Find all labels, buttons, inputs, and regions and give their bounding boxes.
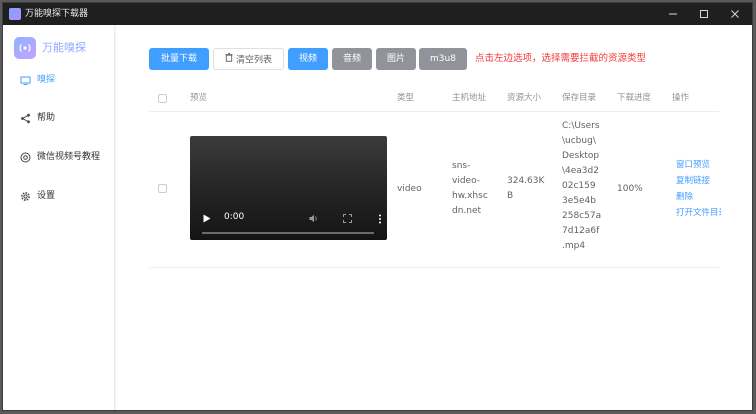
cell-size-line: 324.63K bbox=[507, 176, 545, 186]
sidebar-item-label: 微信视频号教程 bbox=[37, 152, 101, 162]
filter-image-button[interactable]: 图片 bbox=[376, 48, 416, 70]
clear-list-button[interactable]: 清空列表 bbox=[213, 48, 284, 70]
sidebar-item-label: 设置 bbox=[37, 191, 56, 201]
cell-path-line: 7d12a6f bbox=[562, 226, 600, 236]
cell-progress: 100% bbox=[617, 184, 643, 194]
filter-hint-text: 点击左边选项，选择需要拦截的资源类型 bbox=[475, 53, 647, 64]
cell-host-line: video- bbox=[452, 176, 480, 186]
column-header-preview: 预览 bbox=[190, 93, 208, 103]
play-icon[interactable] bbox=[203, 214, 211, 223]
open-folder-link[interactable]: 打开文件目录 bbox=[676, 208, 721, 219]
cell-host-line: dn.net bbox=[452, 206, 482, 216]
sidebar-item-label: 帮助 bbox=[37, 113, 56, 123]
cell-path-line: 258c57a bbox=[562, 211, 602, 221]
sidebar-item-settings[interactable]: 设置 bbox=[3, 185, 115, 207]
main-content: 批量下载 清空列表 视频 音频 图片 m3u8 点击左边选项，选择需要拦截的资源… bbox=[116, 25, 752, 410]
video-preview-player[interactable]: 0:00 bbox=[190, 136, 387, 240]
cell-save-dir: C:\Users \ucbug\ Desktop \4ea3d2 02c159 … bbox=[562, 119, 601, 254]
cell-host-line: hw.xhsc bbox=[452, 191, 488, 201]
filter-m3u8-button[interactable]: m3u8 bbox=[419, 48, 467, 70]
share-icon bbox=[20, 113, 31, 124]
cell-path-line: .mp4 bbox=[562, 241, 586, 251]
cell-size: 324.63K B bbox=[507, 174, 544, 204]
close-icon bbox=[731, 10, 739, 18]
cell-path-line: \ucbug\ bbox=[562, 136, 596, 146]
sidebar-item-wechat-tutorial[interactable]: 微信视频号教程 bbox=[3, 146, 115, 168]
cell-host-line: sns- bbox=[452, 161, 471, 171]
minimize-icon bbox=[669, 13, 677, 15]
title-bar: 万能嗅探下载器 bbox=[3, 3, 752, 25]
cell-type: video bbox=[397, 184, 422, 194]
filter-audio-button[interactable]: 音频 bbox=[332, 48, 372, 70]
filter-video-button[interactable]: 视频 bbox=[288, 48, 328, 70]
row-checkbox[interactable] bbox=[158, 184, 167, 193]
cell-size-line: B bbox=[507, 191, 514, 201]
video-progress-bar[interactable] bbox=[202, 232, 374, 234]
window-title: 万能嗅探下载器 bbox=[25, 9, 89, 19]
minimize-button[interactable] bbox=[656, 3, 690, 25]
sidebar-item-help[interactable]: 帮助 bbox=[3, 107, 115, 129]
column-header-size: 资源大小 bbox=[507, 93, 542, 103]
sidebar-item-label: 嗅探 bbox=[37, 75, 56, 85]
column-header-progress: 下载进度 bbox=[617, 93, 652, 103]
column-header-save-dir: 保存目录 bbox=[562, 93, 597, 103]
close-button[interactable] bbox=[718, 3, 752, 25]
select-all-checkbox[interactable] bbox=[158, 94, 167, 103]
app-logo bbox=[14, 37, 36, 59]
cell-path-line: 02c159 bbox=[562, 181, 596, 191]
column-header-host: 主机地址 bbox=[452, 93, 487, 103]
app-icon bbox=[9, 8, 21, 20]
cell-host: sns- video- hw.xhsc dn.net bbox=[452, 159, 488, 219]
delete-link[interactable]: 删除 bbox=[676, 192, 693, 203]
cell-path-line: \4ea3d2 bbox=[562, 166, 599, 176]
video-current-time: 0:00 bbox=[224, 212, 245, 222]
cell-path-line: C:\Users bbox=[562, 121, 600, 131]
trash-icon bbox=[225, 49, 233, 71]
sidebar: 万能嗅探 嗅探 帮助 微信视频号教程 设置 bbox=[3, 25, 115, 410]
sidebar-item-sniff[interactable]: 嗅探 bbox=[3, 69, 115, 91]
cell-path-line: Desktop bbox=[562, 151, 600, 161]
maximize-icon bbox=[700, 10, 708, 18]
column-header-actions: 操作 bbox=[672, 93, 690, 103]
table-row-divider bbox=[149, 267, 719, 268]
radar-icon bbox=[19, 44, 31, 52]
gear-icon bbox=[20, 191, 31, 202]
app-window: 万能嗅探下载器 万能嗅探 嗅探 帮助 微信视频号教程 设置 批量下载 清空列表 … bbox=[2, 2, 753, 411]
cell-path-line: 3e5e4b bbox=[562, 196, 596, 206]
copy-link-link[interactable]: 复制链接 bbox=[676, 176, 710, 187]
volume-icon[interactable] bbox=[309, 214, 319, 223]
logo-text: 万能嗅探 bbox=[42, 41, 86, 54]
monitor-icon bbox=[20, 75, 31, 86]
maximize-button[interactable] bbox=[687, 3, 721, 25]
column-header-type: 类型 bbox=[397, 93, 415, 103]
wechat-channels-icon bbox=[20, 152, 31, 163]
table-header-divider bbox=[149, 111, 719, 112]
clear-list-label: 清空列表 bbox=[235, 55, 272, 66]
fullscreen-icon[interactable] bbox=[343, 214, 352, 223]
window-preview-link[interactable]: 窗口预览 bbox=[676, 160, 710, 171]
batch-download-button[interactable]: 批量下载 bbox=[149, 48, 209, 70]
more-options-icon[interactable] bbox=[378, 214, 382, 224]
